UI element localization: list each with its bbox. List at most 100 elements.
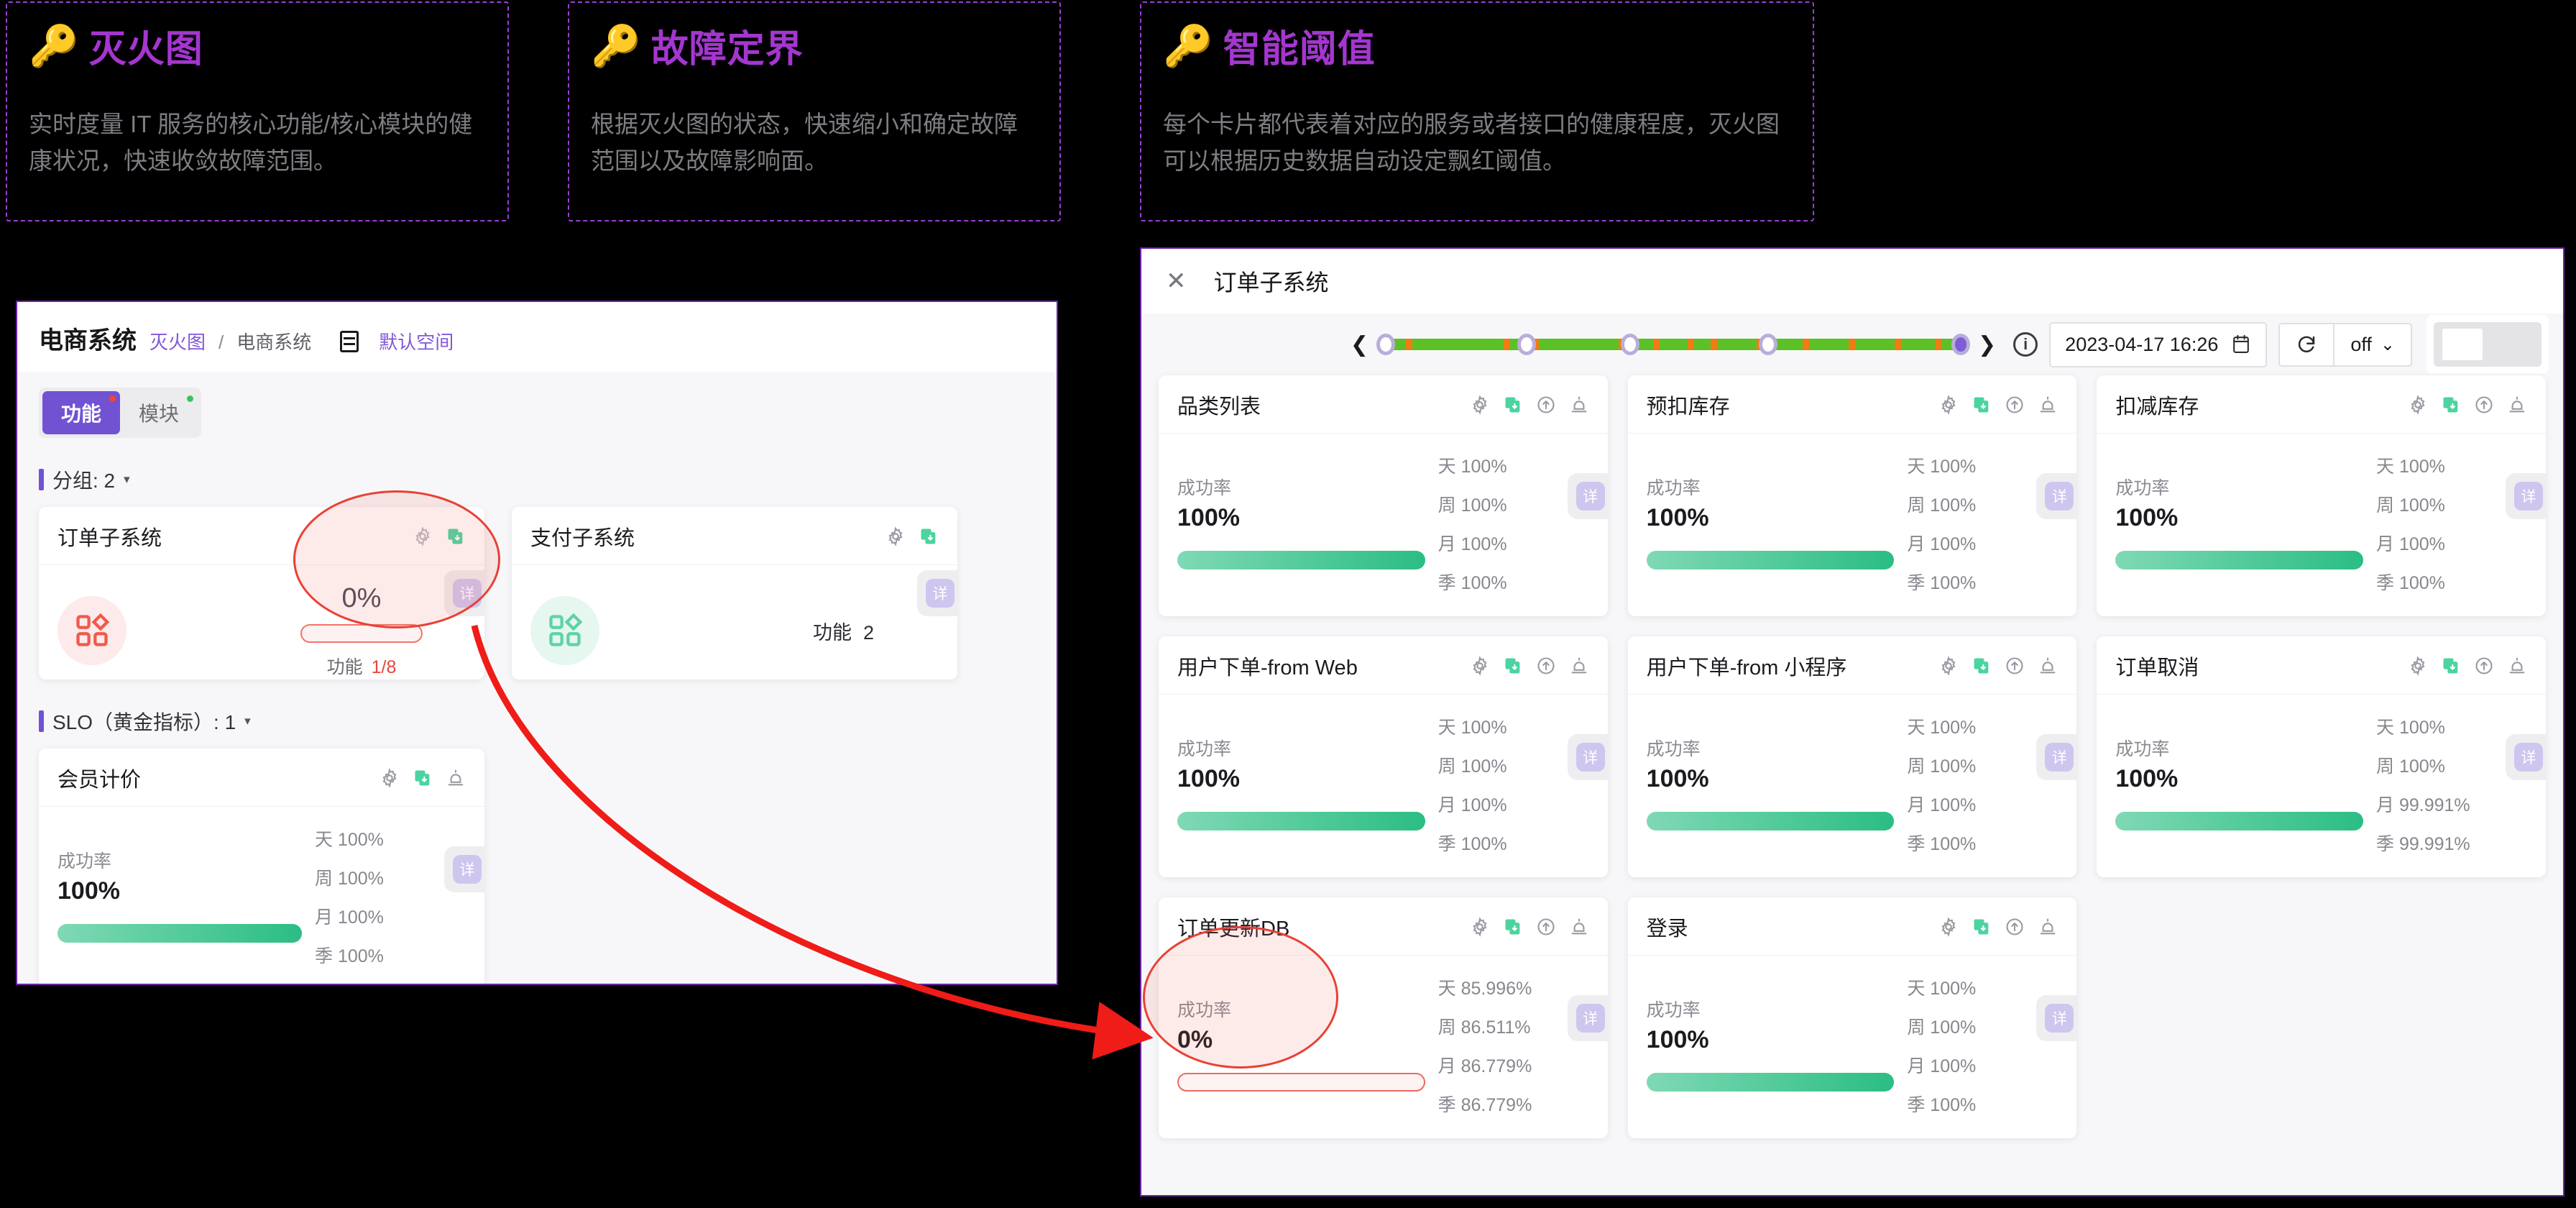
refresh-icon — [2296, 334, 2317, 355]
detail-tab[interactable]: 详 — [2036, 733, 2079, 780]
detail-tab[interactable]: 详 — [1567, 472, 1609, 519]
layout-toggle[interactable] — [2426, 315, 2549, 374]
copy-download-icon[interactable] — [413, 768, 433, 788]
share-icon[interactable] — [2005, 917, 2025, 937]
section-accent-bar — [39, 469, 44, 490]
slo-card-member-pricing[interactable]: 会员计价 成功率 100% 天 100% 周 100% 月 100% 季 100… — [39, 749, 486, 984]
alarm-icon[interactable] — [2038, 917, 2058, 937]
copy-download-icon[interactable] — [1503, 395, 1523, 415]
share-icon[interactable] — [2005, 656, 2025, 676]
detail-tab[interactable]: 详 — [444, 846, 486, 892]
alarm-icon[interactable] — [1569, 395, 1589, 415]
alarm-icon[interactable] — [2507, 395, 2527, 415]
timeline-knob[interactable] — [1376, 334, 1396, 355]
right-panel-toolbar: ❮ ❯ i 2023-04-17 16:26 off ⌄ — [1141, 314, 2563, 375]
copy-download-icon[interactable] — [2441, 395, 2461, 415]
metric-value: 100% — [2398, 573, 2445, 593]
detail-tab[interactable]: 详 — [2036, 994, 2079, 1041]
group-section-header[interactable]: 分组: 2 ▾ — [39, 465, 1035, 494]
space-name[interactable]: 默认空间 — [379, 328, 454, 354]
gear-icon[interactable] — [1938, 395, 1959, 415]
share-icon[interactable] — [1536, 656, 1556, 676]
detail-tab[interactable]: 详 — [2506, 472, 2547, 519]
copy-download-icon[interactable] — [2441, 656, 2461, 676]
metric-card[interactable]: 登录 成功率 100% 天 100% 周 100% 月 100% 季 100% 详 — [1627, 897, 2079, 1138]
metric-row: 季 100% — [1907, 569, 2058, 595]
breadcrumb-separator: / — [218, 331, 224, 353]
metric-value: 100% — [1930, 718, 1977, 738]
share-icon[interactable] — [1536, 917, 1556, 937]
alarm-icon[interactable] — [2038, 656, 2058, 676]
card-actions — [1470, 395, 1589, 415]
gear-icon[interactable] — [2408, 656, 2428, 676]
metric-card[interactable]: 扣减库存 成功率 100% 天 100% 周 100% 月 100% 季 100% 详 — [2097, 375, 2547, 616]
copy-download-icon[interactable] — [1503, 656, 1523, 676]
alarm-icon[interactable] — [1569, 917, 1589, 937]
share-icon[interactable] — [2474, 395, 2494, 415]
metric-list: 天 100% 周 100% 月 100% 季 100% — [2376, 452, 2527, 595]
metric-value: 100% — [1460, 834, 1507, 854]
copy-download-icon[interactable] — [1972, 917, 1992, 937]
chevron-left-icon[interactable]: ❮ — [1345, 332, 1374, 357]
metric-row: 周 100% — [2376, 752, 2527, 778]
refresh-button[interactable] — [2280, 324, 2333, 365]
feature-card-payment[interactable]: 支付子系统 功能 2 详 — [512, 507, 959, 680]
view-mode-switch: 功能 模块 — [39, 388, 202, 438]
share-icon[interactable] — [2005, 395, 2025, 415]
gear-icon[interactable] — [380, 768, 400, 788]
gear-icon[interactable] — [886, 526, 906, 546]
timeline-slider[interactable] — [1376, 334, 1971, 355]
copy-download-icon[interactable] — [1972, 656, 1992, 676]
slo-section-header[interactable]: SLO（黄金指标）: 1 ▾ — [39, 707, 1035, 736]
gear-icon[interactable] — [2408, 395, 2428, 415]
chevron-right-icon[interactable]: ❯ — [1972, 332, 2002, 357]
metric-value: 100% — [1930, 756, 1977, 777]
refresh-interval-select[interactable]: off ⌄ — [2333, 324, 2411, 365]
metric-card[interactable]: 预扣库存 成功率 100% 天 100% 周 100% 月 100% 季 100% 详 — [1627, 375, 2079, 616]
alarm-icon[interactable] — [1569, 656, 1589, 676]
detail-tab[interactable]: 详 — [1567, 994, 1609, 1041]
gear-icon[interactable] — [1470, 656, 1490, 676]
chevron-down-icon[interactable]: ▾ — [124, 472, 130, 487]
tab-function[interactable]: 功能 — [42, 391, 121, 434]
share-icon[interactable] — [2474, 656, 2494, 676]
metric-row: 月 100% — [1907, 1052, 2058, 1078]
metric-card[interactable]: 用户下单-from 小程序 成功率 100% 天 100% 周 100% 月 100% 季 … — [1627, 636, 2079, 877]
alarm-icon[interactable] — [2038, 395, 2058, 415]
metric-value: 99.991% — [2398, 834, 2470, 854]
gear-icon[interactable] — [1938, 656, 1959, 676]
alarm-icon[interactable] — [446, 768, 466, 788]
metric-card[interactable]: 品类列表 成功率 100% 天 100% 周 100% 月 100% 季 100% 详 — [1159, 375, 1609, 616]
copy-download-icon[interactable] — [919, 526, 939, 546]
timeline-knob[interactable] — [1517, 334, 1537, 355]
metric-card[interactable]: 用户下单-from Web 成功率 100% 天 100% 周 100% 月 100% 季 … — [1159, 636, 1609, 877]
detail-tab[interactable]: 详 — [2506, 733, 2547, 780]
detail-tab[interactable]: 详 — [917, 570, 959, 616]
gear-icon[interactable] — [1938, 917, 1959, 937]
date-range-picker[interactable]: 2023-04-17 16:26 — [2049, 321, 2268, 367]
info-icon[interactable]: i — [2013, 332, 2038, 357]
info-card-description: 实时度量 IT 服务的核心功能/核心模块的健康状况，快速收敛故障范围。 — [29, 111, 473, 175]
metric-row: 月 100% — [315, 903, 466, 929]
gear-icon[interactable] — [1470, 395, 1490, 415]
copy-download-icon[interactable] — [1503, 917, 1523, 937]
metric-card[interactable]: 订单取消 成功率 100% 天 100% 周 100% 月 99.991% 季 99.991… — [2097, 636, 2547, 877]
gear-icon[interactable] — [1470, 917, 1490, 937]
metric-value: 100% — [2398, 534, 2445, 554]
timeline-knob[interactable] — [1951, 334, 1971, 355]
share-icon[interactable] — [1536, 395, 1556, 415]
timeline-knob[interactable] — [1621, 334, 1640, 355]
close-icon[interactable]: ✕ — [1166, 267, 1187, 296]
card-header: 用户下单-from Web — [1159, 636, 1608, 695]
timeline-knob[interactable] — [1759, 334, 1778, 355]
chevron-down-icon[interactable]: ▾ — [244, 714, 251, 728]
left-panel: 电商系统 灭火图 / 电商系统 默认空间 功能 模块 分组: 2 ▾ 订单子系统… — [16, 301, 1058, 985]
metric-row: 天 100% — [1907, 713, 2058, 739]
detail-tab[interactable]: 详 — [1567, 733, 1609, 780]
detail-tab[interactable]: 详 — [2036, 472, 2079, 519]
alarm-icon[interactable] — [2507, 656, 2527, 676]
breadcrumb-root[interactable]: 灭火图 — [150, 328, 206, 354]
progress-bar — [1646, 812, 1895, 830]
copy-download-icon[interactable] — [1972, 395, 1992, 415]
tab-module[interactable]: 模块 — [120, 391, 198, 434]
